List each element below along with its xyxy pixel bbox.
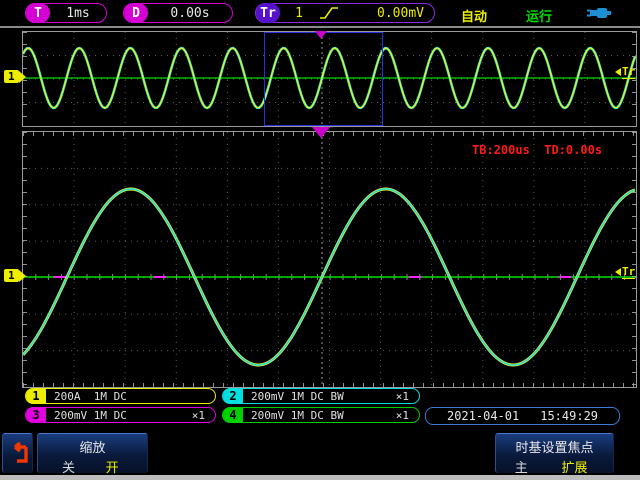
timebase-extended-option: 扩展 <box>562 457 588 476</box>
left-arrow-icon <box>615 268 621 276</box>
trigger-level-marker-overview: Tr <box>615 65 635 79</box>
timebase-value: 1ms <box>50 6 106 21</box>
trigger-readout: Tr 1 0.00mV <box>255 3 435 23</box>
zoom-timebase-readout: TB:200us TD:0.00s <box>472 143 602 157</box>
channel3-status-badge: 3 200mV 1M DC ×1 <box>25 407 216 423</box>
return-arrow-icon <box>7 442 30 466</box>
trigger-level: 0.00mV <box>340 6 434 21</box>
left-arrow-icon <box>615 68 621 76</box>
overview-waveform-window <box>22 31 637 127</box>
zoom-softkey-button[interactable]: 缩放 关 开 <box>37 433 148 473</box>
trigger-position-marker-main <box>312 127 330 138</box>
trigger-level-marker-main: Tr <box>615 265 635 279</box>
trigger-label: Tr <box>256 3 280 23</box>
softkey-menu-bar: 缩放 关 开 时基设置焦点 主 扩展 <box>0 431 640 475</box>
back-button[interactable] <box>2 433 33 473</box>
zoom-on-option: 开 <box>106 457 119 476</box>
zoom-off-option: 关 <box>62 457 75 476</box>
timebase-main-option: 主 <box>515 457 528 476</box>
datetime-readout: 2021-04-01 15:49:29 <box>425 407 620 425</box>
rising-edge-icon <box>318 5 340 21</box>
run-state-label: 运行 <box>526 6 552 25</box>
oscilloscope-screen: T 1ms D 0.00s Tr 1 0.00mV 自动 运行 1 Tr <box>0 0 640 480</box>
channel1-marker-main: 1 <box>4 269 26 282</box>
time-value: 15:49:29 <box>540 409 598 423</box>
graticule-ticks-right <box>632 32 636 126</box>
date-value: 2021-04-01 <box>447 409 519 423</box>
timebase-focus-softkey-button[interactable]: 时基设置焦点 主 扩展 <box>495 433 614 473</box>
screen-bezel-strip <box>0 475 640 480</box>
graticule-ticks-right <box>632 132 636 387</box>
delay-readout: D 0.00s <box>123 3 233 23</box>
timebase-focus-title: 时基设置焦点 <box>496 437 613 456</box>
main-waveform-window <box>22 131 637 388</box>
topbar-separator <box>0 26 640 28</box>
channel1-marker-overview: 1 <box>4 70 26 83</box>
channel1-status-badge: 1 200A 1M DC <box>25 388 216 404</box>
graticule-ticks-left <box>23 132 27 387</box>
graticule-ticks-bottom <box>23 383 636 387</box>
main-waveform-plot <box>23 132 636 387</box>
timebase-readout: T 1ms <box>25 3 107 23</box>
channel2-status-badge: 2 200mV 1M DC BW ×1 <box>222 388 420 404</box>
channel4-status-badge: 4 200mV 1M DC BW ×1 <box>222 407 420 423</box>
acquire-mode-label: 自动 <box>461 6 487 25</box>
delay-label: D <box>124 3 148 23</box>
timebase-label: T <box>26 3 50 23</box>
zoom-button-title: 缩放 <box>38 437 147 456</box>
delay-value: 0.00s <box>148 6 232 21</box>
usb-plug-icon <box>585 4 613 22</box>
trigger-position-marker-overview <box>315 31 327 39</box>
zoom-region-box[interactable] <box>264 32 383 126</box>
trigger-source: 1 <box>280 6 318 21</box>
